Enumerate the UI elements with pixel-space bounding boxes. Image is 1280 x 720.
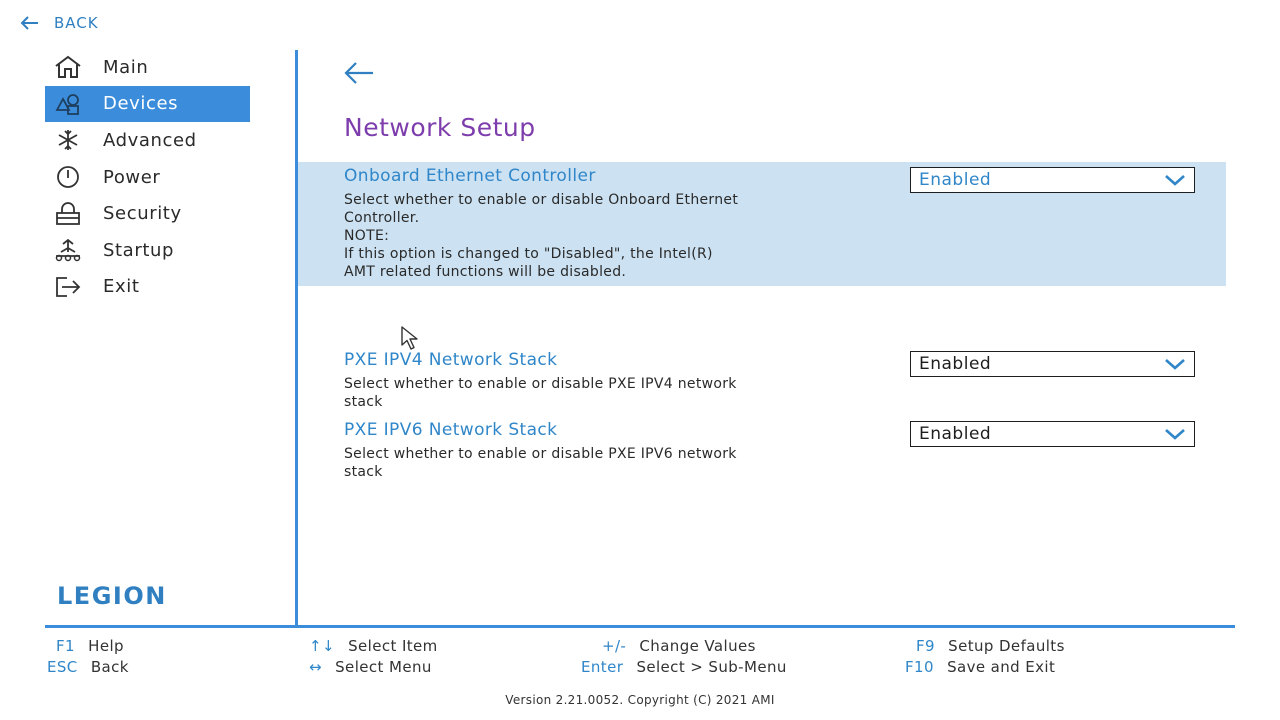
home-icon xyxy=(53,55,85,79)
sidebar-item-advanced[interactable]: Advanced xyxy=(45,122,250,159)
sidebar-item-main[interactable]: Main xyxy=(45,49,250,86)
dropdown-value: Enabled xyxy=(919,424,992,444)
description-line: NOTE: xyxy=(344,228,390,244)
sidebar: Main Devices Advanced Power Security Sta… xyxy=(45,49,250,305)
hint-text: Setup Defaults xyxy=(948,637,1065,655)
description-line: stack xyxy=(344,394,383,410)
onboard-ethernet-dropdown[interactable]: Enabled xyxy=(910,167,1195,193)
dropdown-value: Enabled xyxy=(919,170,992,190)
hint-text: Select Menu xyxy=(335,658,432,676)
sidebar-item-security[interactable]: Security xyxy=(45,195,250,232)
setting-description: Select whether to enable or disable PXE … xyxy=(344,445,824,481)
chevron-down-icon xyxy=(1164,358,1186,370)
power-icon xyxy=(53,165,85,189)
setting-title: PXE IPV4 Network Stack xyxy=(344,350,558,370)
arrow-left-icon xyxy=(343,60,375,86)
mouse-cursor-icon xyxy=(400,325,422,351)
legion-logo: LEGION xyxy=(57,582,167,610)
sidebar-item-label: Startup xyxy=(103,239,175,261)
hint-setup-defaults: F9 Setup Defaults xyxy=(916,637,1065,655)
sidebar-item-label: Exit xyxy=(103,276,140,298)
setting-description: Select whether to enable or disable PXE … xyxy=(344,375,824,411)
hint-key: Enter xyxy=(581,658,624,676)
startup-icon xyxy=(53,238,85,262)
hint-key: F10 xyxy=(905,658,934,676)
pxe-ipv6-dropdown[interactable]: Enabled xyxy=(910,421,1195,447)
hint-help: F1 Help xyxy=(56,637,124,655)
hint-text: Back xyxy=(90,658,129,676)
hint-key: F9 xyxy=(916,637,935,655)
chevron-down-icon xyxy=(1164,428,1186,440)
hint-text: Save and Exit xyxy=(947,658,1056,676)
sidebar-item-devices[interactable]: Devices xyxy=(45,85,250,123)
version-text: Version 2.21.0052. Copyright (C) 2021 AM… xyxy=(505,693,775,707)
top-back-label: BACK xyxy=(54,14,99,32)
hint-text: Select > Sub-Menu xyxy=(636,658,787,676)
footer-divider xyxy=(45,625,1235,628)
hint-key: F1 xyxy=(56,637,75,655)
hint-select-menu: ↔ Select Menu xyxy=(309,658,432,676)
description-line: Controller. xyxy=(344,210,420,226)
hint-save-exit: F10 Save and Exit xyxy=(905,658,1055,676)
top-back-button[interactable]: BACK xyxy=(20,14,99,32)
sidebar-item-label: Main xyxy=(103,56,149,78)
hint-back: ESC Back xyxy=(47,658,129,676)
chevron-down-icon xyxy=(1164,174,1186,186)
page-title: Network Setup xyxy=(344,113,536,142)
hint-text: Help xyxy=(88,637,124,655)
setting-title: PXE IPV6 Network Stack xyxy=(344,420,558,440)
snowflake-icon xyxy=(53,128,85,152)
devices-icon xyxy=(53,92,85,116)
hint-key: ESC xyxy=(47,658,78,676)
lock-icon xyxy=(53,201,85,226)
dropdown-value: Enabled xyxy=(919,354,992,374)
left-right-arrows-icon: ↔ xyxy=(309,658,322,676)
setting-pxe-ipv6[interactable]: PXE IPV6 Network Stack Select whether to… xyxy=(298,416,1226,486)
hint-text: Change Values xyxy=(639,637,756,655)
hint-sub-menu: Enter Select > Sub-Menu xyxy=(581,658,787,676)
exit-icon xyxy=(53,275,85,299)
sidebar-item-startup[interactable]: Startup xyxy=(45,232,250,269)
sidebar-item-exit[interactable]: Exit xyxy=(45,269,250,306)
sidebar-item-label: Devices xyxy=(103,93,179,115)
description-line: AMT related functions will be disabled. xyxy=(344,264,627,280)
sidebar-item-label: Advanced xyxy=(103,129,197,151)
setting-pxe-ipv4[interactable]: PXE IPV4 Network Stack Select whether to… xyxy=(298,346,1226,416)
description-line: If this option is changed to "Disabled",… xyxy=(344,246,713,262)
hint-select-item: ↑↓ Select Item xyxy=(309,637,438,655)
hint-text: Select Item xyxy=(348,637,438,655)
sidebar-item-power[interactable]: Power xyxy=(45,159,250,196)
up-down-arrows-icon: ↑↓ xyxy=(309,637,335,655)
main-back-button[interactable] xyxy=(343,60,375,86)
setting-onboard-ethernet[interactable]: Onboard Ethernet Controller Select wheth… xyxy=(298,162,1226,286)
pxe-ipv4-dropdown[interactable]: Enabled xyxy=(910,351,1195,377)
sidebar-item-label: Security xyxy=(103,203,182,225)
sidebar-item-label: Power xyxy=(103,166,161,188)
description-line: Select whether to enable or disable PXE … xyxy=(344,376,737,392)
description-line: Select whether to enable or disable Onbo… xyxy=(344,192,739,208)
vertical-divider xyxy=(295,50,298,627)
setting-title: Onboard Ethernet Controller xyxy=(344,166,596,186)
description-line: Select whether to enable or disable PXE … xyxy=(344,446,737,462)
hint-change-values: +/- Change Values xyxy=(602,637,756,655)
hint-key: +/- xyxy=(602,637,627,655)
setting-description: Select whether to enable or disable Onbo… xyxy=(344,191,824,281)
description-line: stack xyxy=(344,464,383,480)
arrow-left-icon xyxy=(20,15,40,31)
